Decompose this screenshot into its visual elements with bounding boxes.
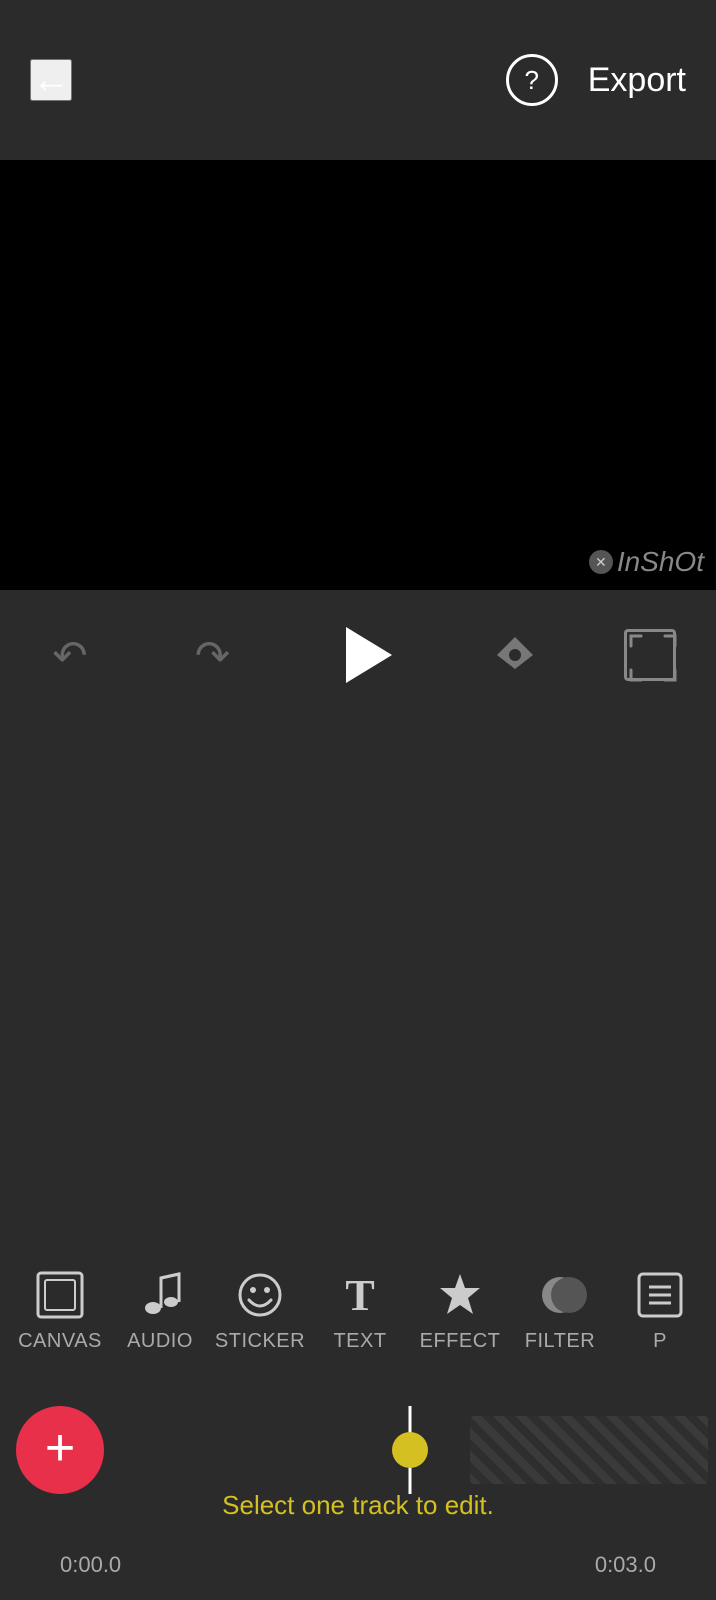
effect-icon <box>433 1268 487 1322</box>
filter-icon <box>533 1268 587 1322</box>
effect-label: EFFECT <box>420 1330 501 1353</box>
back-button[interactable]: ← <box>30 59 72 101</box>
help-icon: ? <box>525 65 539 96</box>
audio-label: AUDIO <box>127 1330 193 1353</box>
audio-icon <box>133 1268 187 1322</box>
filter-label: FILTER <box>525 1330 595 1353</box>
time-indicators: 0:00.0 0:03.0 <box>0 1552 716 1578</box>
more-label: P <box>653 1330 667 1353</box>
add-media-button[interactable]: + <box>16 1406 104 1494</box>
more-icon <box>633 1268 687 1322</box>
track-clip[interactable] <box>470 1416 708 1484</box>
help-button[interactable]: ? <box>506 54 558 106</box>
tool-more[interactable]: P <box>610 1258 710 1363</box>
video-canvas: ✕ InShOt <box>0 160 716 590</box>
play-button[interactable] <box>325 615 405 695</box>
select-track-text: Select one track to edit. <box>222 1490 494 1520</box>
tool-canvas[interactable]: CANVAS <box>10 1258 110 1363</box>
top-right-controls: ? Export <box>506 54 686 106</box>
tool-effect[interactable]: EFFECT <box>410 1258 510 1363</box>
text-icon: T <box>333 1268 387 1322</box>
speed-svg <box>493 633 537 677</box>
undo-icon: ↶ <box>52 631 87 680</box>
watermark-close-icon[interactable]: ✕ <box>589 550 613 574</box>
tool-bar: CANVAS AUDIO STICKER T <box>0 1230 716 1390</box>
fullscreen-icon <box>627 632 679 684</box>
svg-text:T: T <box>345 1271 374 1320</box>
add-icon: + <box>45 1422 75 1474</box>
play-icon <box>346 627 392 683</box>
speed-icon <box>488 628 542 682</box>
canvas-icon <box>33 1268 87 1322</box>
speed-button[interactable] <box>488 628 542 682</box>
top-bar: ← ? Export <box>0 0 716 160</box>
fullscreen-button[interactable] <box>624 629 676 681</box>
watermark-text: InShOt <box>617 546 704 578</box>
select-track-message: Select one track to edit. <box>0 1490 716 1521</box>
sticker-icon <box>233 1268 287 1322</box>
time-start: 0:00.0 <box>60 1552 121 1578</box>
track-container[interactable] <box>112 1406 708 1494</box>
undo-button[interactable]: ↶ <box>40 625 100 685</box>
playback-controls: ↶ ↷ <box>0 590 716 720</box>
tool-audio[interactable]: AUDIO <box>110 1258 210 1363</box>
sticker-label: STICKER <box>215 1330 305 1353</box>
tool-filter[interactable]: FILTER <box>510 1258 610 1363</box>
text-label: TEXT <box>333 1330 386 1353</box>
time-end: 0:03.0 <box>595 1552 656 1578</box>
tool-sticker[interactable]: STICKER <box>210 1258 310 1363</box>
tool-text[interactable]: T TEXT <box>310 1258 410 1363</box>
export-button[interactable]: Export <box>588 61 686 100</box>
redo-button[interactable]: ↷ <box>183 625 243 685</box>
playhead-dot[interactable] <box>392 1432 428 1468</box>
canvas-label: CANVAS <box>18 1330 102 1353</box>
watermark: ✕ InShOt <box>589 546 704 578</box>
redo-icon: ↷ <box>195 631 230 680</box>
